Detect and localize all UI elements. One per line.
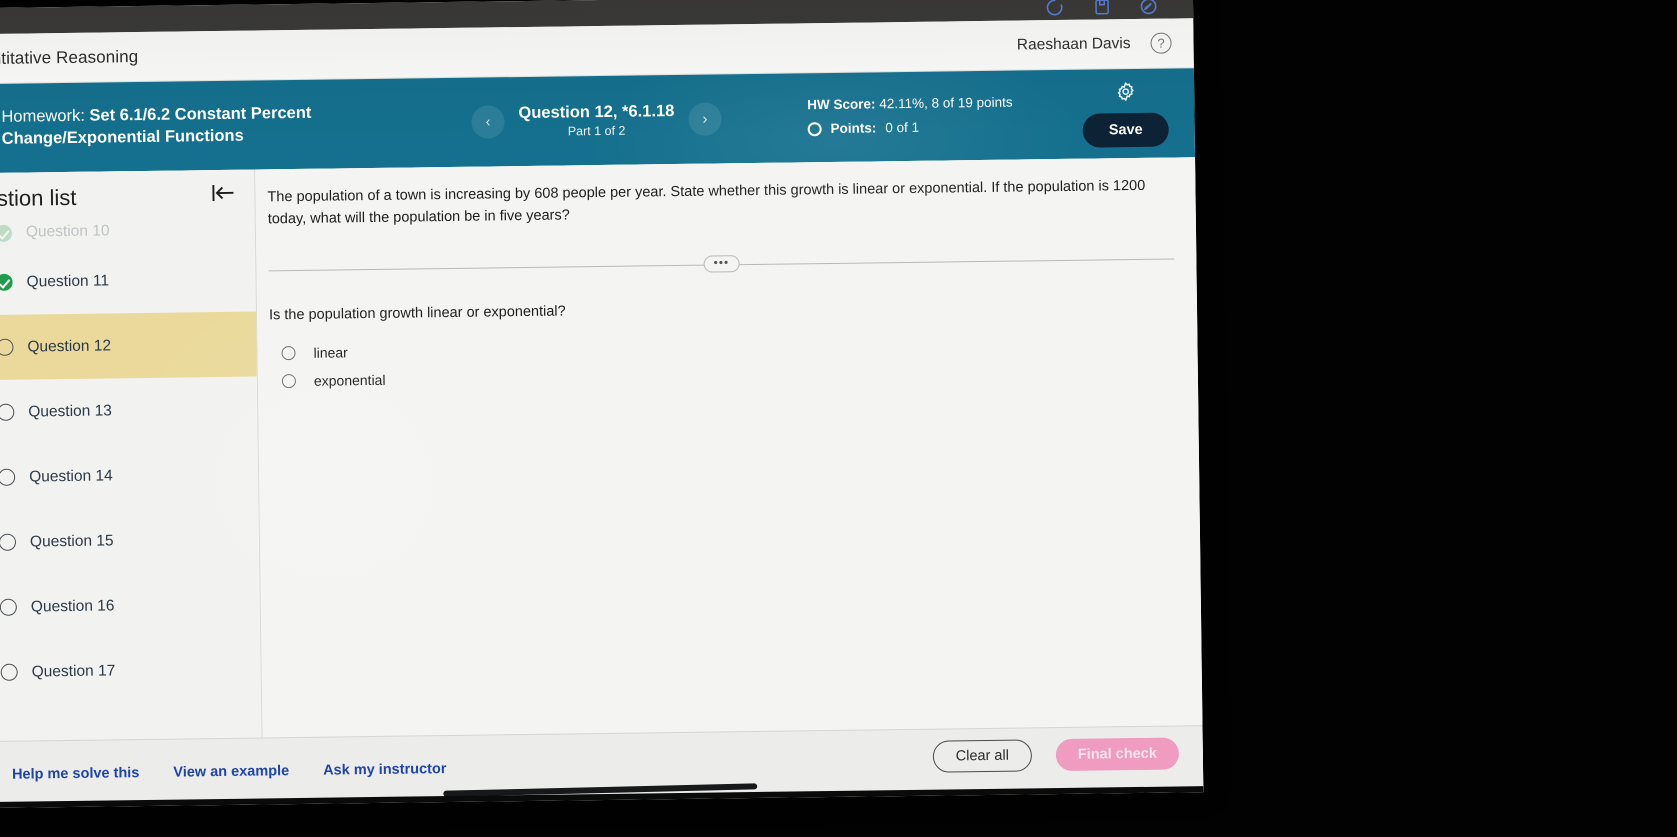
homework-title: Homework: Set 6.1/6.2 Constant Percent C…: [0, 101, 410, 150]
course-title: uantitative Reasoning: [0, 46, 139, 68]
app-bar-right-group: Raeshaan Davis ?: [1017, 32, 1172, 56]
question-content: The population of a town is increasing b…: [255, 157, 1204, 805]
question-list-item[interactable]: Question 14: [0, 442, 259, 510]
help-icon[interactable]: ?: [1150, 32, 1172, 54]
clear-all-button[interactable]: Clear all: [932, 739, 1033, 773]
points-value: 0 of 1: [885, 119, 920, 136]
final-check-button[interactable]: Final check: [1055, 737, 1180, 772]
radio-button-icon[interactable]: [281, 373, 296, 388]
more-options-button[interactable]: •••: [703, 254, 740, 273]
question-list-item-label: Question 10: [25, 222, 110, 241]
homework-header-bar: Homework: Set 6.1/6.2 Constant Percent C…: [0, 68, 1196, 173]
question-list-item-label: Question 11: [26, 271, 110, 291]
laptop-screen: uantitative Reasoning Raeshaan Davis ? H…: [0, 0, 1204, 808]
question-list-item-label: Question 15: [29, 531, 114, 550]
laptop-photo: uantitative Reasoning Raeshaan Davis ? H…: [0, 0, 1677, 837]
save-button[interactable]: Save: [1082, 112, 1169, 148]
help-link[interactable]: Help me solve this: [12, 765, 140, 783]
save-document-icon[interactable]: [1091, 0, 1112, 17]
help-link[interactable]: View an example: [173, 763, 289, 781]
question-pending-icon: [0, 338, 14, 356]
question-statement: The population of a town is increasing b…: [267, 177, 1146, 228]
question-list-item-label: Question 12: [27, 336, 112, 356]
question-list-item[interactable]: Question 16: [0, 571, 260, 639]
question-list-item[interactable]: Question 13: [0, 377, 258, 445]
hw-score-line: HW Score: 42.11%, 8 of 19 points: [807, 93, 1013, 117]
edit-pencil-icon[interactable]: [1138, 0, 1159, 16]
homework-actions: Save: [1082, 80, 1195, 148]
question-complete-icon: [0, 224, 13, 242]
bottom-action-buttons: Clear all Final check: [932, 737, 1180, 773]
next-question-button[interactable]: ›: [688, 102, 722, 136]
question-list-item[interactable]: Question 17: [0, 636, 261, 704]
answer-prompt: Is the population growth linear or expon…: [268, 302, 566, 323]
question-indicator: Question 12, *6.1.18 Part 1 of 2: [518, 102, 674, 139]
question-pending-icon: [0, 533, 17, 551]
question-pending-icon: [0, 663, 18, 681]
radio-button-icon[interactable]: [281, 345, 296, 360]
question-pending-icon: [0, 468, 16, 486]
question-items-container: Question 10 Question 11 Question 12 Questio…: [0, 213, 261, 705]
content-divider: •••: [268, 249, 1175, 279]
question-title: Question 12, *6.1.18: [518, 102, 675, 123]
help-links-group: Help me solve this View an example Ask my …: [12, 761, 447, 783]
previous-question-button[interactable]: ‹: [471, 105, 505, 139]
sidebar-title: uestion list: [0, 184, 77, 211]
question-list-item[interactable]: Question 12: [0, 311, 257, 380]
hw-score-value: 42.11%, 8 of 19 points: [879, 94, 1013, 112]
question-list-sidebar: uestion list Question 10 Question 11 Quest…: [0, 169, 264, 808]
question-part: Part 1 of 2: [567, 123, 626, 139]
question-list-item[interactable]: Question 15: [0, 507, 259, 575]
points-line: Points: 0 of 1: [807, 117, 1013, 141]
main-body: uestion list Question 10 Question 11 Quest…: [0, 157, 1204, 808]
gear-icon[interactable]: [1115, 80, 1136, 106]
question-complete-icon: [0, 273, 13, 291]
user-name[interactable]: Raeshaan Davis: [1017, 35, 1131, 54]
question-pending-icon: [0, 598, 17, 616]
score-block: HW Score: 42.11%, 8 of 19 points Points:…: [807, 93, 1013, 141]
question-navigator: ‹ Question 12, *6.1.18 Part 1 of 2 ›: [471, 101, 722, 139]
help-link[interactable]: Ask my instructor: [323, 761, 446, 779]
answer-choice-label: exponential: [313, 371, 386, 389]
points-label: Points:: [830, 120, 877, 136]
loading-spinner-icon[interactable]: [1044, 0, 1065, 18]
question-list-item-label: Question 13: [28, 401, 112, 421]
question-list-item[interactable]: Question 11: [0, 247, 256, 315]
question-pending-icon: [0, 403, 15, 421]
question-list-item-label: Question 17: [31, 661, 116, 680]
question-list-item-label: Question 16: [30, 596, 115, 615]
question-list-item-label: Question 14: [29, 466, 113, 486]
hw-score-label: HW Score:: [807, 96, 876, 113]
collapse-panel-icon[interactable]: [210, 182, 236, 209]
answer-choice-label: linear: [313, 343, 348, 361]
points-ring-icon: [807, 122, 822, 137]
answer-choices: linear exponential: [269, 327, 1176, 395]
homework-label: Homework:: [1, 106, 85, 126]
question-list-item[interactable]: Question 10: [0, 213, 255, 250]
